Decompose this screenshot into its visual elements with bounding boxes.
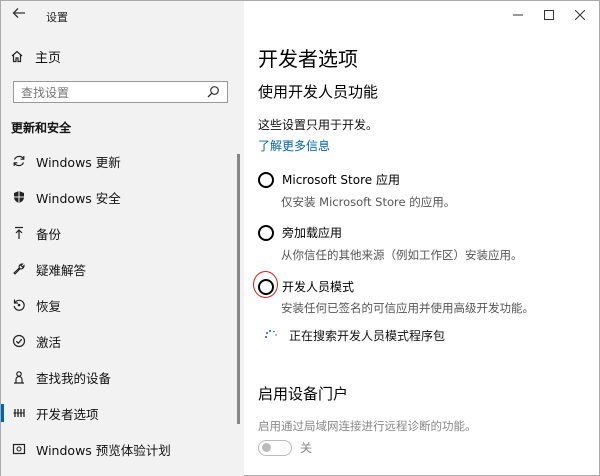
radio-description: 仅安装 Microsoft Store 的应用。: [281, 195, 456, 209]
toggle-state-label: 关: [300, 441, 313, 455]
maximize-button[interactable]: [537, 5, 561, 25]
device-portal-toggle-row[interactable]: 关: [258, 439, 312, 456]
red-circle-annotation: [253, 271, 278, 298]
sidebar-item-find-my-device[interactable]: 查找我的设备: [1, 359, 244, 395]
home-icon: [9, 48, 25, 64]
radio-button[interactable]: [258, 224, 274, 241]
radio-option-store-apps[interactable]: Microsoft Store 应用: [258, 171, 400, 188]
home-nav-item[interactable]: 主页: [9, 45, 61, 67]
sidebar: 设置 主页 更新和安全 Windows 更新: [1, 1, 244, 476]
sidebar-item-label: 开发者选项: [36, 406, 99, 422]
radio-button[interactable]: [258, 171, 274, 188]
sidebar-item-label: 恢复: [36, 298, 62, 314]
sidebar-item-activation[interactable]: 激活: [1, 323, 244, 359]
check-circle-icon: [11, 333, 27, 349]
section-description: 这些设置只用于开发。: [258, 118, 379, 132]
radio-label: 旁加载应用: [282, 226, 343, 240]
search-box[interactable]: [13, 81, 228, 103]
shield-icon: [11, 189, 27, 205]
sync-icon: [11, 153, 27, 169]
person-pin-icon: [11, 369, 27, 385]
device-portal-toggle[interactable]: [258, 439, 292, 456]
sidebar-item-windows-update[interactable]: Windows 更新: [1, 143, 244, 179]
sidebar-item-label: 疑难解答: [36, 262, 87, 278]
titlebar-left: 设置: [1, 1, 244, 31]
radio-label: 开发人员模式: [282, 280, 355, 294]
sidebar-nav: Windows 更新 Windows 安全 备份 疑难解答 恢复 激活 查找我的…: [1, 143, 244, 467]
sidebar-item-windows-insider[interactable]: Windows 预览体验计划: [1, 431, 244, 467]
section-heading-developer-features: 使用开发人员功能: [258, 83, 379, 101]
sidebar-item-label: Windows 更新: [36, 154, 121, 170]
titlebar-right: [244, 1, 600, 31]
app-title: 设置: [46, 11, 68, 24]
sidebar-item-label: Windows 预览体验计划: [36, 442, 171, 458]
settings-window: 设置 主页 更新和安全 Windows 更新: [0, 0, 600, 476]
sidebar-scrollbar[interactable]: [237, 154, 240, 424]
sidebar-item-developer-options[interactable]: 开发者选项: [1, 395, 244, 431]
developer-icon: [11, 405, 27, 421]
sidebar-item-label: 激活: [36, 334, 62, 350]
home-label: 主页: [35, 50, 62, 66]
sidebar-item-label: 查找我的设备: [36, 370, 112, 386]
search-icon[interactable]: [206, 84, 222, 100]
search-status: 正在搜索开发人员模式程序包: [263, 327, 445, 344]
loading-spinner-icon: [263, 328, 279, 344]
device-portal-description: 启用通过局域网连接进行远程诊断的功能。: [258, 419, 477, 433]
sidebar-item-windows-security[interactable]: Windows 安全: [1, 179, 244, 215]
page-title: 开发者选项: [258, 47, 358, 71]
sidebar-item-label: Windows 安全: [36, 190, 121, 206]
sidebar-item-label: 备份: [36, 226, 62, 242]
learn-more-link[interactable]: 了解更多信息: [258, 137, 330, 154]
radio-label: Microsoft Store 应用: [282, 173, 400, 187]
toggle-knob: [262, 443, 271, 452]
sidebar-item-troubleshoot[interactable]: 疑难解答: [1, 251, 244, 287]
radio-option-sideload-apps[interactable]: 旁加载应用: [258, 224, 342, 241]
insider-icon: [11, 441, 27, 457]
backup-arrow-icon: [11, 225, 27, 241]
radio-description: 从你信任的其他来源（例如工作区）安装应用。: [281, 248, 523, 262]
radio-description: 安装任何已签名的可信应用并使用高级开发功能。: [281, 301, 534, 315]
status-text: 正在搜索开发人员模式程序包: [289, 329, 446, 343]
sidebar-item-recovery[interactable]: 恢复: [1, 287, 244, 323]
minimize-button[interactable]: [506, 5, 530, 25]
sidebar-item-backup[interactable]: 备份: [1, 215, 244, 251]
back-arrow-icon[interactable]: [9, 6, 29, 26]
recovery-icon: [11, 297, 27, 313]
search-input[interactable]: [14, 83, 194, 103]
close-button[interactable]: [568, 5, 592, 25]
wrench-icon: [11, 261, 27, 277]
section-heading-device-portal: 启用设备门户: [258, 385, 349, 403]
sidebar-section-title: 更新和安全: [11, 121, 72, 135]
